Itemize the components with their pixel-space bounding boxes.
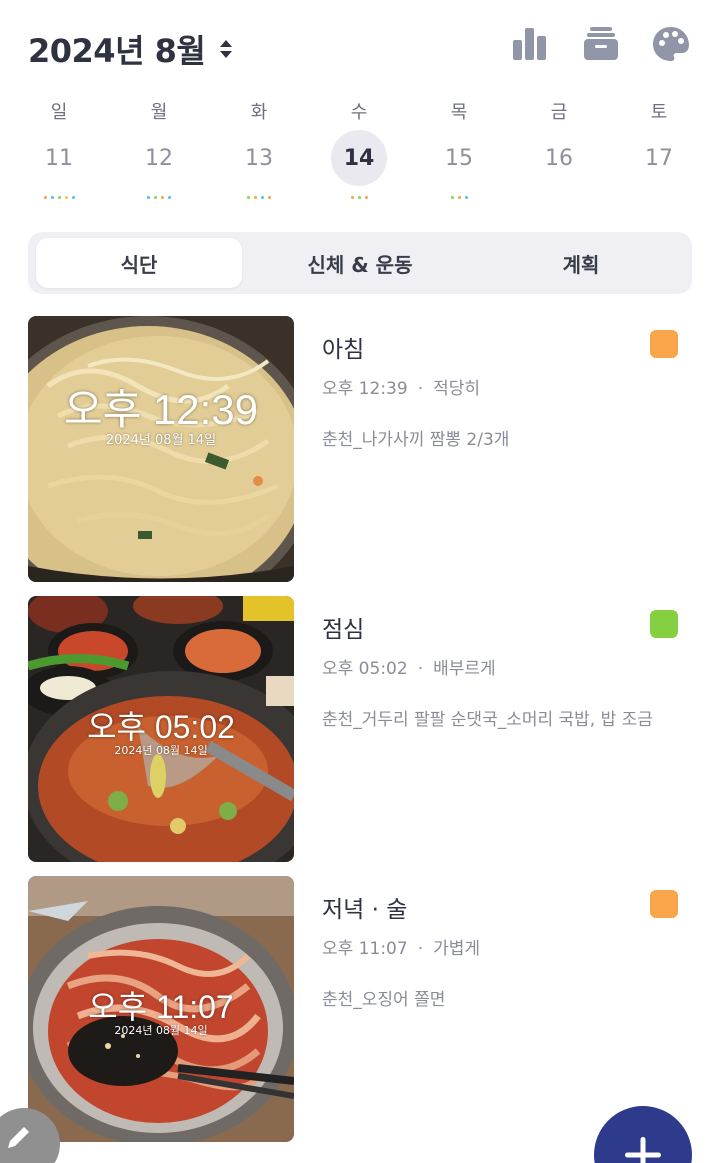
record-dot [450, 196, 454, 199]
record-dot [457, 196, 461, 199]
pencil-icon [8, 1127, 29, 1148]
record-dot [57, 196, 61, 199]
record-dot [247, 196, 250, 199]
record-dot [71, 196, 75, 199]
meal-time: 오후 11:07 [322, 939, 408, 959]
record-dot [168, 196, 171, 199]
meal-fullness: 배부르게 [433, 659, 496, 679]
day-of-week: 일 [50, 102, 68, 123]
separator-dot: · [417, 659, 424, 679]
day-fri[interactable]: 금 16 [509, 92, 609, 212]
record-dot [350, 196, 354, 199]
meal-time: 오후 05:02 [322, 659, 408, 679]
day-mon[interactable]: 월 12 [109, 92, 209, 212]
day-tue[interactable]: 화 13 [209, 92, 309, 212]
status-badge [650, 330, 678, 358]
month-selector[interactable]: 2024년 8월 [28, 26, 233, 72]
separator-dot: · [417, 939, 424, 959]
meal-photo: 오후 11:07 2024년 08월 14일 [28, 876, 294, 1142]
day-of-week: 토 [650, 102, 668, 123]
record-dot [147, 196, 150, 199]
meal-time: 오후 12:39 [322, 379, 408, 399]
day-of-week: 목 [450, 102, 468, 123]
record-dot [161, 196, 164, 199]
day-number: 16 [545, 145, 573, 171]
record-dots [209, 196, 309, 199]
status-badge [650, 610, 678, 638]
record-dot [43, 196, 47, 199]
record-dots [409, 196, 509, 199]
meal-meta: 오후 05:02 · 배부르게 [322, 654, 496, 679]
day-thu[interactable]: 목 15 [409, 92, 509, 212]
day-number: 15 [445, 145, 473, 171]
day-number: 11 [45, 145, 73, 171]
month-title: 2024년 8월 [28, 32, 206, 70]
stats-icon[interactable] [510, 24, 550, 64]
day-number: 17 [645, 145, 673, 171]
record-dots [9, 196, 109, 199]
palette-icon[interactable] [651, 24, 691, 64]
header: 2024년 8월 [0, 0, 720, 92]
meal-description: 춘천_나가사끼 짬뽕 2/3개 [322, 430, 510, 450]
record-dot [254, 196, 257, 199]
photo-time-stamp: 오후 12:39 [63, 386, 259, 433]
status-badge [650, 890, 678, 918]
day-of-week: 수 [350, 102, 368, 123]
day-wed[interactable]: 수 14 [309, 92, 409, 212]
record-dot [357, 196, 361, 199]
meal-description: 춘천_오징어 쫄면 [322, 990, 446, 1010]
record-dots [309, 196, 409, 199]
day-of-week: 화 [250, 102, 268, 123]
photo-date-stamp: 2024년 08월 14일 [114, 744, 208, 757]
record-dots [109, 196, 209, 199]
meal-title: 아침 [322, 337, 365, 363]
tab-body-exercise[interactable]: 신체 & 운동 [252, 238, 468, 288]
category-tabs: 식단 신체 & 운동 계획 [28, 232, 692, 294]
meal-meta: 오후 12:39 · 적당히 [322, 374, 480, 399]
meal-fullness: 적당히 [433, 379, 481, 399]
photo-date-stamp: 2024년 08월 14일 [105, 433, 217, 448]
plus-icon [625, 1137, 661, 1163]
meal-title: 점심 [322, 617, 365, 643]
record-dot [154, 196, 157, 199]
day-number: 14 [331, 130, 387, 186]
day-of-week: 금 [550, 102, 568, 123]
day-sun[interactable]: 일 11 [9, 92, 109, 212]
record-dot [50, 196, 54, 199]
record-dot [261, 196, 264, 199]
meal-photo: 오후 12:39 2024년 08월 14일 [28, 316, 294, 582]
meal-fullness: 가볍게 [433, 939, 481, 959]
day-number: 12 [145, 145, 173, 171]
record-dot [268, 196, 271, 199]
meal-photo: 오후 05:02 2024년 08월 14일 [28, 596, 294, 862]
record-dot [364, 196, 368, 199]
tab-plan[interactable]: 계획 [478, 238, 684, 288]
day-of-week: 월 [150, 102, 168, 123]
separator-dot: · [417, 379, 424, 399]
archive-icon[interactable] [581, 24, 621, 64]
meal-entry[interactable]: 오후 05:02 2024년 08월 14일 점심 오후 05:02 · 배부르게 … [28, 596, 692, 862]
photo-date-stamp: 2024년 08월 14일 [114, 1024, 208, 1037]
tab-diet[interactable]: 식단 [36, 238, 242, 288]
meal-entry[interactable]: 오후 11:07 2024년 08월 14일 저녁 · 술 오후 11:07 · 가… [28, 876, 692, 1142]
record-dot [464, 196, 468, 199]
meal-description: 춘천_거두리 팔팔 순댓국_소머리 국밥, 밥 조금 [322, 710, 653, 730]
meal-entry[interactable]: 오후 12:39 2024년 08월 14일 아침 오후 12:39 · 적당히 춘… [28, 316, 692, 582]
meal-meta: 오후 11:07 · 가볍게 [322, 934, 480, 959]
record-dot [64, 196, 68, 199]
day-sat[interactable]: 토 17 [609, 92, 709, 212]
week-strip: 일 11 월 12 화 13 수 14 목 15 금 16 토 17 [0, 92, 720, 220]
sort-icon [219, 37, 233, 61]
meal-title: 저녁 · 술 [322, 897, 408, 923]
day-number: 13 [245, 145, 273, 171]
